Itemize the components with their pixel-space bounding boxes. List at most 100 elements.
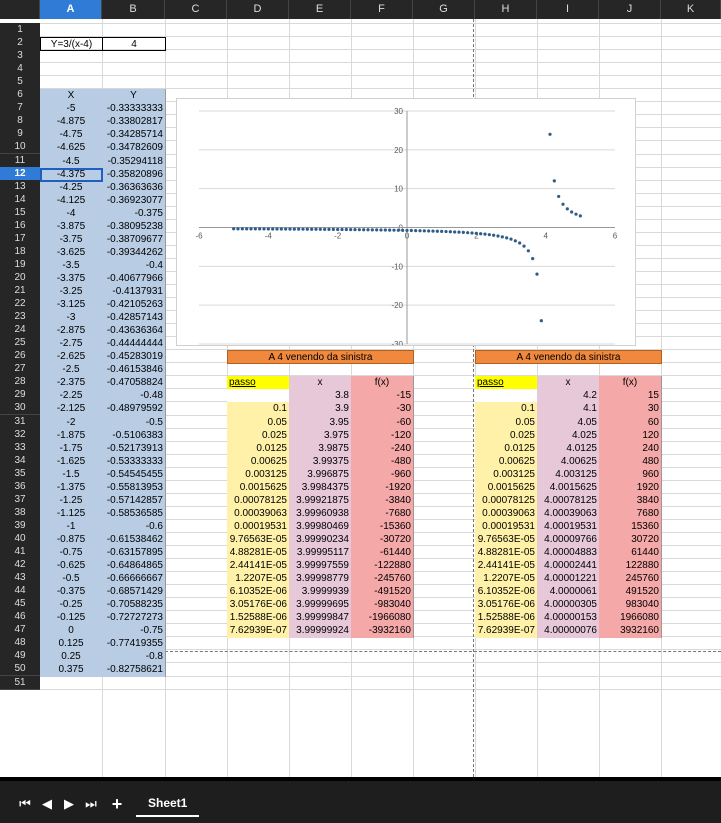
x-value-cell[interactable]: -2.25: [40, 389, 103, 404]
x-cell[interactable]: 3.9984375: [289, 480, 352, 495]
passo-cell[interactable]: 0.05: [475, 415, 538, 430]
x-cell[interactable]: 4.0015625: [537, 480, 600, 495]
passo-cell[interactable]: 7.62939E-07: [227, 624, 290, 639]
row-header[interactable]: 2: [0, 36, 40, 51]
x-value-cell[interactable]: -1.25: [40, 493, 103, 508]
x-value-cell[interactable]: -2.375: [40, 376, 103, 391]
x-value-cell[interactable]: -2.875: [40, 324, 103, 339]
y-value-cell[interactable]: -0.55813953: [102, 480, 166, 495]
x-value-cell[interactable]: -4.125: [40, 193, 103, 208]
x-cell[interactable]: 3.975: [289, 428, 352, 443]
fx-cell[interactable]: -61440: [351, 546, 414, 560]
x-value-cell[interactable]: -0.625: [40, 559, 103, 574]
last-sheet-icon[interactable]: ⏭: [82, 795, 100, 813]
fx-cell[interactable]: 3840: [599, 493, 662, 508]
x-cell[interactable]: 3.99998779: [289, 572, 352, 587]
fx-cell[interactable]: 491520: [599, 585, 662, 600]
fx-cell[interactable]: -3932160: [351, 624, 414, 639]
passo-header-cell[interactable]: passo: [227, 376, 290, 391]
passo-cell[interactable]: 2.44141E-05: [227, 559, 290, 574]
passo-cell[interactable]: 0.00625: [227, 454, 290, 469]
passo-cell[interactable]: 0.025: [227, 428, 290, 443]
fx-cell[interactable]: -240: [351, 441, 414, 456]
row-header[interactable]: 22: [0, 297, 40, 312]
row-header[interactable]: 25: [0, 336, 40, 351]
passo-cell[interactable]: 0.003125: [227, 467, 290, 482]
x-value-cell[interactable]: -3.375: [40, 271, 103, 286]
passo-cell[interactable]: 0.00039063: [475, 506, 538, 521]
passo-cell[interactable]: 0.003125: [475, 467, 538, 482]
x-value-cell[interactable]: -4.875: [40, 115, 103, 130]
y-value-cell[interactable]: -0.39344262: [102, 245, 166, 260]
row-header[interactable]: 46: [0, 610, 40, 625]
y-value-cell[interactable]: -0.70588235: [102, 598, 166, 613]
x-cell[interactable]: 4.0125: [537, 441, 600, 456]
row-header[interactable]: 12: [0, 166, 40, 181]
row-header[interactable]: 35: [0, 466, 40, 481]
row-header[interactable]: 23: [0, 310, 40, 325]
x-value-cell[interactable]: -0.375: [40, 585, 103, 600]
passo-cell[interactable]: 0.00078125: [227, 493, 290, 508]
fx-cell[interactable]: -960: [351, 467, 414, 482]
fx-header-cell[interactable]: f(x): [351, 376, 414, 391]
scatter-chart[interactable]: 3020100-10-20-30-6-4-20246: [176, 98, 636, 346]
passo-cell[interactable]: 1.52588E-06: [475, 611, 538, 626]
row-header[interactable]: 18: [0, 244, 40, 259]
row-header[interactable]: 15: [0, 205, 40, 220]
row-header[interactable]: 19: [0, 257, 40, 272]
fx-cell[interactable]: 7680: [599, 506, 662, 521]
row-header[interactable]: 34: [0, 453, 40, 468]
x-cell[interactable]: 4.00039063: [537, 506, 600, 521]
fx-cell[interactable]: -15: [351, 389, 414, 404]
x-cell[interactable]: 4.00000305: [537, 598, 600, 613]
y-value-cell[interactable]: -0.75: [102, 624, 166, 639]
passo-cell[interactable]: 0.0015625: [227, 480, 290, 495]
x-value-cell[interactable]: -4.5: [40, 154, 103, 169]
passo-cell[interactable]: 0.00078125: [475, 493, 538, 508]
passo-cell[interactable]: 0.00019531: [227, 519, 290, 534]
fx-cell[interactable]: -491520: [351, 585, 414, 600]
y-value-cell[interactable]: -0.82758621: [102, 663, 166, 678]
first-sheet-icon[interactable]: ⏮: [16, 795, 34, 813]
y-value-cell[interactable]: -0.64864865: [102, 559, 166, 574]
fx-cell[interactable]: -122880: [351, 559, 414, 574]
passo-cell[interactable]: 0.0125: [227, 441, 290, 456]
passo-cell[interactable]: 4.88281E-05: [227, 546, 290, 560]
row-header[interactable]: 10: [0, 140, 40, 155]
passo-cell[interactable]: 0.05: [227, 415, 290, 430]
formula-value-cell[interactable]: 4: [102, 37, 166, 52]
row-header[interactable]: 4: [0, 62, 40, 77]
column-header-b[interactable]: B: [102, 0, 165, 19]
x-cell[interactable]: 3.99921875: [289, 493, 352, 508]
formula-label-cell[interactable]: Y=3/(x-4): [40, 37, 103, 52]
row-header[interactable]: 43: [0, 571, 40, 586]
fx-cell[interactable]: -60: [351, 415, 414, 430]
fx-cell[interactable]: -983040: [351, 598, 414, 613]
row-header[interactable]: 30: [0, 401, 40, 416]
x-cell[interactable]: 3.9: [289, 402, 352, 417]
x-value-cell[interactable]: -4.625: [40, 141, 103, 156]
fx-cell[interactable]: -15360: [351, 519, 414, 534]
x-value-cell[interactable]: -2: [40, 415, 103, 430]
y-value-cell[interactable]: -0.42857143: [102, 311, 166, 326]
x-value-cell[interactable]: -1.5: [40, 467, 103, 482]
y-value-cell[interactable]: -0.57142857: [102, 493, 166, 508]
x-value-cell[interactable]: -4.75: [40, 128, 103, 143]
fx-cell[interactable]: 60: [599, 415, 662, 430]
fx-header-cell[interactable]: f(x): [599, 376, 662, 391]
y-value-cell[interactable]: -0.58536585: [102, 506, 166, 521]
x-cell[interactable]: 4.05: [537, 415, 600, 430]
row-header[interactable]: 42: [0, 558, 40, 573]
fx-cell[interactable]: 30: [599, 402, 662, 417]
y-header-cell[interactable]: Y: [102, 89, 166, 104]
row-header[interactable]: 50: [0, 662, 40, 677]
x-cell[interactable]: 3.8: [289, 389, 352, 404]
fx-cell[interactable]: 480: [599, 454, 662, 469]
y-value-cell[interactable]: -0.42105263: [102, 298, 166, 313]
column-header-a[interactable]: A: [40, 0, 102, 19]
x-value-cell[interactable]: -2.5: [40, 363, 103, 378]
y-value-cell[interactable]: -0.4137931: [102, 285, 166, 299]
x-value-cell[interactable]: -4.375: [40, 167, 103, 182]
x-value-cell[interactable]: -1.125: [40, 506, 103, 521]
row-header[interactable]: 16: [0, 218, 40, 233]
